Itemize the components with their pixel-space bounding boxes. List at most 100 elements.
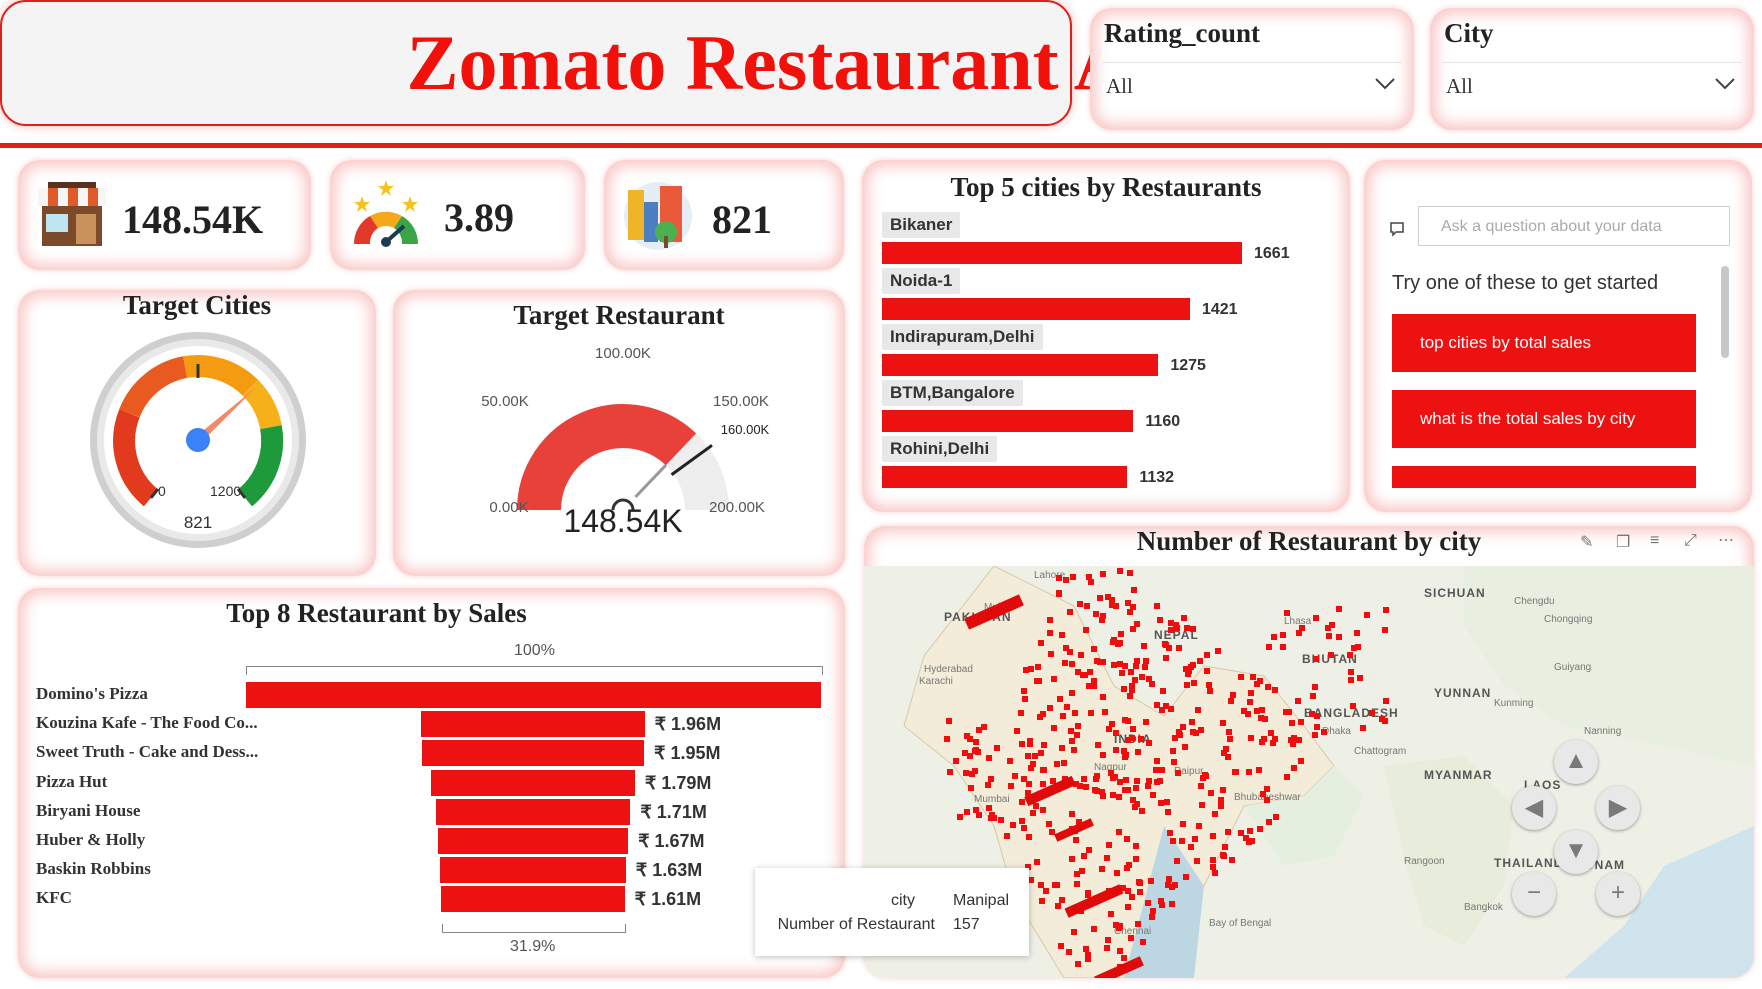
city-point[interactable]	[1039, 711, 1046, 718]
city-point[interactable]	[1346, 651, 1353, 658]
city-point[interactable]	[1182, 743, 1189, 750]
city-point[interactable]	[1222, 843, 1229, 850]
city-point[interactable]	[1027, 741, 1034, 748]
city-point[interactable]	[1248, 690, 1255, 697]
city-point[interactable]	[1289, 719, 1296, 726]
city-point[interactable]	[1364, 612, 1371, 619]
suggestion-top-cities[interactable]: top cities by total sales	[1392, 314, 1696, 372]
city-point[interactable]	[1381, 626, 1388, 633]
city-point[interactable]	[1158, 707, 1165, 714]
rating-count-slicer[interactable]: Rating_count All	[1090, 8, 1414, 130]
city-point[interactable]	[1060, 760, 1067, 767]
city-point[interactable]	[1264, 786, 1271, 793]
city-point[interactable]	[1328, 652, 1335, 659]
city-point[interactable]	[963, 808, 970, 815]
city-point[interactable]	[1230, 692, 1237, 699]
city-point[interactable]	[1115, 829, 1122, 836]
city-point[interactable]	[1159, 766, 1166, 773]
city-point[interactable]	[1129, 625, 1136, 632]
city-point[interactable]	[972, 767, 979, 774]
city-point[interactable]	[1070, 573, 1077, 580]
city-point[interactable]	[945, 718, 952, 725]
city-point[interactable]	[1014, 728, 1021, 735]
city-point[interactable]	[1164, 881, 1171, 888]
city-point[interactable]	[1066, 609, 1073, 616]
city-point[interactable]	[1075, 722, 1082, 729]
city-point[interactable]	[1124, 600, 1131, 607]
city-point[interactable]	[972, 747, 979, 754]
city-point[interactable]	[1246, 769, 1253, 776]
city-point[interactable]	[1125, 887, 1132, 894]
city-point[interactable]	[1226, 736, 1233, 743]
city-point[interactable]	[1357, 675, 1364, 682]
funnel-bar[interactable]	[440, 857, 626, 884]
city-point[interactable]	[1237, 673, 1244, 680]
city-point[interactable]	[985, 754, 992, 761]
city-point[interactable]	[1067, 649, 1074, 656]
city-point[interactable]	[1113, 870, 1120, 877]
funnel-bar[interactable]	[435, 798, 631, 825]
city-point[interactable]	[1163, 654, 1170, 661]
city-point[interactable]	[1297, 757, 1304, 764]
city-point[interactable]	[1180, 615, 1187, 622]
city-point[interactable]	[1149, 791, 1156, 798]
funnel-bar[interactable]	[431, 769, 635, 796]
city-point[interactable]	[1139, 938, 1146, 945]
city-point[interactable]	[1137, 889, 1144, 896]
copy-icon[interactable]: ❐	[1616, 532, 1630, 552]
city-point[interactable]	[981, 723, 988, 730]
city-point[interactable]	[1046, 630, 1053, 637]
city-point[interactable]	[1051, 882, 1058, 889]
city-point[interactable]	[1061, 659, 1068, 666]
city-point[interactable]	[1228, 697, 1235, 704]
city-point[interactable]	[1209, 863, 1216, 870]
city-point[interactable]	[1131, 587, 1138, 594]
city-point[interactable]	[1173, 621, 1180, 628]
city-point[interactable]	[952, 757, 959, 764]
city-point[interactable]	[1022, 695, 1029, 702]
city-point[interactable]	[1313, 656, 1320, 663]
city-point[interactable]	[947, 768, 954, 775]
city-point[interactable]	[1008, 783, 1015, 790]
city-point[interactable]	[1056, 589, 1063, 596]
city-point[interactable]	[1143, 658, 1149, 665]
city-point[interactable]	[1123, 776, 1130, 783]
city-point[interactable]	[1011, 772, 1018, 779]
city-point[interactable]	[1241, 708, 1248, 715]
city-point[interactable]	[1068, 689, 1075, 696]
city-point[interactable]	[1082, 627, 1089, 634]
city-point[interactable]	[1157, 898, 1164, 905]
city-point[interactable]	[1051, 676, 1058, 683]
city-point[interactable]	[1291, 764, 1298, 771]
city-point[interactable]	[1347, 669, 1354, 676]
city-point[interactable]	[1105, 842, 1112, 849]
city-point[interactable]	[1114, 641, 1121, 648]
city-point[interactable]	[1071, 746, 1078, 753]
city-point[interactable]	[1256, 825, 1263, 832]
city-point[interactable]	[1126, 569, 1133, 576]
city-point[interactable]	[976, 812, 983, 818]
city-point[interactable]	[1266, 819, 1273, 826]
city-point[interactable]	[1369, 709, 1376, 716]
city-point[interactable]	[1171, 881, 1178, 888]
city-point[interactable]	[1145, 739, 1152, 746]
city-point[interactable]	[1157, 799, 1164, 806]
city-point[interactable]	[1284, 610, 1291, 617]
city-point[interactable]	[1167, 830, 1174, 837]
city-point[interactable]	[1257, 678, 1264, 685]
city-point[interactable]	[964, 732, 971, 739]
city-point[interactable]	[962, 769, 969, 776]
city-point[interactable]	[1099, 570, 1106, 577]
city-point[interactable]	[1020, 687, 1027, 694]
city-point[interactable]	[1018, 741, 1025, 748]
city-point[interactable]	[1179, 821, 1186, 828]
city-point[interactable]	[1090, 926, 1097, 933]
city-point[interactable]	[1116, 660, 1123, 667]
city-point[interactable]	[1149, 913, 1156, 920]
city-point[interactable]	[956, 814, 963, 821]
city-point[interactable]	[1100, 751, 1107, 758]
city-point[interactable]	[1144, 900, 1151, 907]
city-point[interactable]	[1071, 710, 1078, 717]
city-point[interactable]	[1115, 793, 1122, 800]
city-point[interactable]	[1132, 785, 1139, 792]
